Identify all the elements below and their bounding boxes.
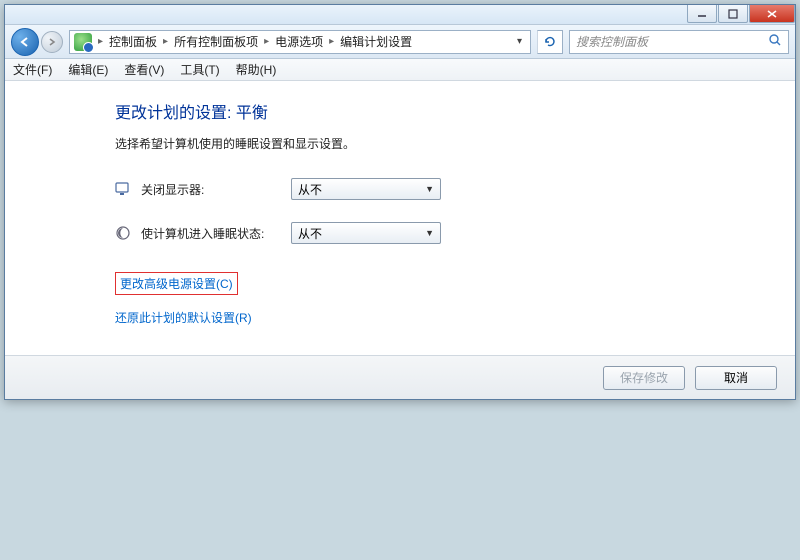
setting-sleep: 使计算机进入睡眠状态: 从不 ▼ xyxy=(115,222,755,244)
search-input[interactable]: 搜索控制面板 xyxy=(569,30,789,54)
search-icon xyxy=(768,33,782,50)
explorer-window: ▸ 控制面板 ▸ 所有控制面板项 ▸ 电源选项 ▸ 编辑计划设置 ▾ 搜索控制面… xyxy=(4,4,796,400)
sleep-dropdown[interactable]: 从不 ▼ xyxy=(291,222,441,244)
page-description: 选择希望计算机使用的睡眠设置和显示设置。 xyxy=(115,135,755,152)
menu-bar: 文件(F) 编辑(E) 查看(V) 工具(T) 帮助(H) xyxy=(5,59,795,81)
search-placeholder: 搜索控制面板 xyxy=(576,33,648,50)
chevron-right-icon: ▸ xyxy=(96,36,105,47)
save-button[interactable]: 保存修改 xyxy=(603,366,685,390)
menu-file[interactable]: 文件(F) xyxy=(13,61,52,78)
links-block: 更改高级电源设置(C) 还原此计划的默认设置(R) xyxy=(115,272,755,340)
menu-view[interactable]: 查看(V) xyxy=(124,61,164,78)
chevron-right-icon: ▸ xyxy=(161,36,170,47)
address-dropdown-icon[interactable]: ▾ xyxy=(513,36,526,47)
chevron-down-icon: ▼ xyxy=(425,228,434,238)
chevron-down-icon: ▼ xyxy=(425,184,434,194)
nav-forward-button[interactable] xyxy=(41,31,63,53)
control-panel-icon xyxy=(74,33,92,51)
minimize-button[interactable] xyxy=(687,5,717,23)
menu-tools[interactable]: 工具(T) xyxy=(180,61,219,78)
address-row: ▸ 控制面板 ▸ 所有控制面板项 ▸ 电源选项 ▸ 编辑计划设置 ▾ 搜索控制面… xyxy=(5,25,795,59)
menu-help[interactable]: 帮助(H) xyxy=(236,61,277,78)
menu-edit[interactable]: 编辑(E) xyxy=(68,61,108,78)
page-title: 更改计划的设置: 平衡 xyxy=(115,99,755,123)
nav-back-button[interactable] xyxy=(11,28,39,56)
setting-label: 关闭显示器: xyxy=(141,181,281,198)
titlebar xyxy=(5,5,795,25)
maximize-button[interactable] xyxy=(718,5,748,23)
address-bar[interactable]: ▸ 控制面板 ▸ 所有控制面板项 ▸ 电源选项 ▸ 编辑计划设置 ▾ xyxy=(69,30,531,54)
display-off-dropdown[interactable]: 从不 ▼ xyxy=(291,178,441,200)
breadcrumb-item[interactable]: 编辑计划设置 xyxy=(340,33,412,50)
restore-defaults-link[interactable]: 还原此计划的默认设置(R) xyxy=(115,309,252,326)
content-pane: 更改计划的设置: 平衡 选择希望计算机使用的睡眠设置和显示设置。 关闭显示器: … xyxy=(5,81,795,355)
moon-icon xyxy=(115,225,131,241)
refresh-button[interactable] xyxy=(537,30,563,54)
close-button[interactable] xyxy=(749,5,795,23)
monitor-icon xyxy=(115,181,131,197)
setting-display-off: 关闭显示器: 从不 ▼ xyxy=(115,178,755,200)
advanced-power-link[interactable]: 更改高级电源设置(C) xyxy=(115,272,238,295)
chevron-right-icon: ▸ xyxy=(262,36,271,47)
breadcrumb-item[interactable]: 所有控制面板项 xyxy=(174,33,258,50)
chevron-right-icon: ▸ xyxy=(327,36,336,47)
setting-label: 使计算机进入睡眠状态: xyxy=(141,225,281,242)
dropdown-value: 从不 xyxy=(298,225,322,242)
footer: 保存修改 取消 xyxy=(5,355,795,399)
cancel-button[interactable]: 取消 xyxy=(695,366,777,390)
breadcrumb-item[interactable]: 电源选项 xyxy=(275,33,323,50)
breadcrumb-item[interactable]: 控制面板 xyxy=(109,33,157,50)
dropdown-value: 从不 xyxy=(298,181,322,198)
